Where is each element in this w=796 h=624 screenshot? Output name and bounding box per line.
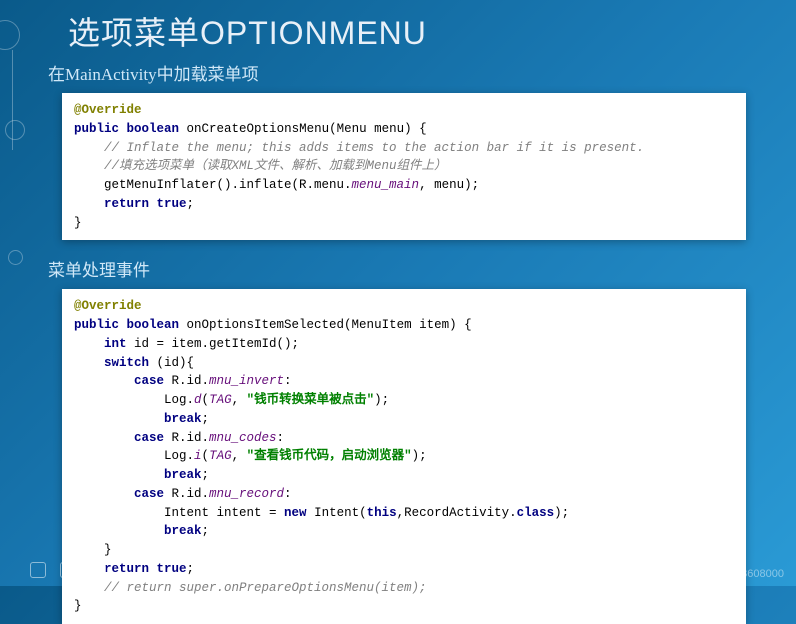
- code-token: R.id.: [164, 487, 209, 501]
- code-token: :: [284, 487, 292, 501]
- code-token: d: [194, 393, 202, 407]
- code-token: (: [202, 393, 210, 407]
- code-token: TAG: [209, 449, 232, 463]
- code-token: (: [202, 449, 210, 463]
- code-token: //填充选项菜单（读取XML文件、解析、加载到Menu组件上）: [74, 159, 447, 173]
- code-token: case: [74, 487, 164, 501]
- code-token: boolean: [127, 122, 180, 136]
- code-content: @Override public boolean onCreateOptions…: [74, 101, 734, 232]
- code-token: public boolean: [74, 318, 179, 332]
- code-token: mnu_invert: [209, 374, 284, 388]
- code-token: "查看钱币代码，启动浏览器": [247, 449, 412, 463]
- code-token: R.id.: [164, 431, 209, 445]
- code-token: new: [284, 506, 307, 520]
- code-token: ;: [202, 468, 210, 482]
- code-token: // Inflate the menu; this adds items to …: [74, 141, 644, 155]
- code-token: public: [74, 122, 119, 136]
- code-token: break: [74, 468, 202, 482]
- code-token: id = item.getItemId();: [127, 337, 300, 351]
- code-token: mnu_codes: [209, 431, 277, 445]
- code-token: i: [194, 449, 202, 463]
- code-token: (id){: [149, 356, 194, 370]
- code-token: , menu);: [419, 178, 479, 192]
- code-token: ,RecordActivity.: [397, 506, 517, 520]
- code-block-1: @Override public boolean onCreateOptions…: [62, 93, 746, 240]
- code-token: }: [74, 216, 82, 230]
- code-token: Log.: [74, 449, 194, 463]
- code-token: :: [277, 431, 285, 445]
- decoration-line: [12, 50, 13, 150]
- code-token: R.id.: [164, 374, 209, 388]
- code-token: // return super.onPrepareOptionsMenu(ite…: [74, 581, 427, 595]
- code-token: getMenuInflater().inflate(R.menu.: [74, 178, 352, 192]
- section-subtitle-2: 菜单处理事件: [0, 254, 796, 289]
- code-token: }: [74, 543, 112, 557]
- code-token: onOptionsItemSelected(MenuItem item) {: [179, 318, 472, 332]
- code-token: switch: [74, 356, 149, 370]
- decoration-circle: [5, 120, 25, 140]
- code-token: mnu_record: [209, 487, 284, 501]
- code-token: ;: [202, 524, 210, 538]
- code-token: ,: [232, 449, 247, 463]
- code-token: Intent(: [307, 506, 367, 520]
- code-token: break: [74, 412, 202, 426]
- tool-icon: [30, 562, 46, 578]
- code-token: case: [74, 374, 164, 388]
- code-token: }: [74, 599, 82, 613]
- code-token: onCreateOptionsMenu(Menu menu) {: [179, 122, 427, 136]
- code-token: return true: [74, 197, 187, 211]
- code-token: menu_main: [352, 178, 420, 192]
- code-token: ;: [202, 412, 210, 426]
- code-token: ,: [232, 393, 247, 407]
- code-token: Intent intent =: [74, 506, 284, 520]
- code-token: @Override: [74, 103, 142, 117]
- toolbar-icons: [30, 562, 106, 578]
- section-subtitle-1: 在MainActivity中加载菜单项: [0, 58, 796, 93]
- code-token: int: [74, 337, 127, 351]
- slide-title: 选项菜单OPTIONMENU: [0, 0, 796, 58]
- code-token: TAG: [209, 393, 232, 407]
- code-token: @Override: [74, 299, 142, 313]
- code-token: );: [554, 506, 569, 520]
- code-token: ;: [187, 197, 195, 211]
- code-token: );: [374, 393, 389, 407]
- code-token: Log.: [74, 393, 194, 407]
- code-token: "钱币转换菜单被点击": [247, 393, 375, 407]
- code-token: :: [284, 374, 292, 388]
- code-token: this: [367, 506, 397, 520]
- decoration-circle: [8, 250, 23, 265]
- tool-icon: [90, 562, 106, 578]
- code-token: ;: [187, 562, 195, 576]
- code-token: );: [412, 449, 427, 463]
- code-token: break: [74, 524, 202, 538]
- code-token: case: [74, 431, 164, 445]
- code-token: class: [517, 506, 555, 520]
- watermark-text: https://blog.csdn.net/qq_33608000: [615, 568, 784, 580]
- tool-icon: [60, 562, 76, 578]
